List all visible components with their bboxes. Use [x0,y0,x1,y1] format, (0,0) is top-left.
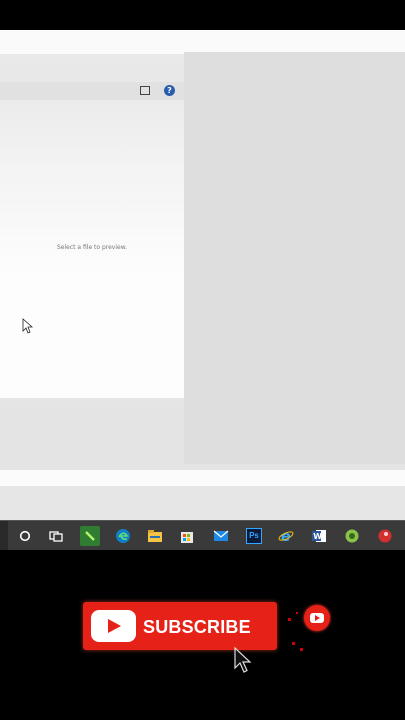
spark-decoration [292,642,295,645]
app-top-bar [0,30,405,54]
cortana-icon[interactable] [15,526,35,546]
subscribe-label: SUBSCRIBE [143,617,251,637]
green-circle-app-icon[interactable] [342,526,362,546]
photoshop-icon[interactable]: Ps [244,526,264,546]
taskbar-edge [0,521,8,550]
preview-toolbar: ? [0,82,184,100]
mail-icon[interactable] [211,526,231,546]
bottom-area [0,486,405,520]
window-icon[interactable] [140,86,150,95]
preview-pane: ? Select a file to preview. [0,76,184,398]
mouse-cursor-icon [234,646,252,673]
right-empty-pane [184,52,405,464]
spark-decoration [288,618,291,621]
word-icon[interactable]: W [309,526,329,546]
spark-decoration [296,612,298,614]
spark-decoration [300,648,303,651]
green-app-icon[interactable] [80,526,100,546]
help-icon[interactable]: ? [164,85,175,96]
youtube-notification-icon[interactable] [304,605,330,631]
file-explorer-icon[interactable] [145,526,165,546]
desktop-screen: ? Select a file to preview. Ps e W [0,30,405,550]
svg-text:W: W [313,532,322,541]
subscribe-button[interactable]: SUBSCRIBE [83,602,277,650]
taskbar: Ps e W [0,520,405,550]
youtube-play-icon [91,610,136,642]
youtube-mini-play-icon [310,613,324,623]
photoshop-label: Ps [246,528,262,544]
edge-icon[interactable] [113,526,133,546]
red-app-icon[interactable] [375,526,395,546]
preview-message: Select a file to preview. [57,244,127,251]
internet-explorer-icon[interactable]: e [276,526,296,546]
mouse-cursor-icon [22,318,34,334]
store-icon[interactable] [177,526,197,546]
task-view-icon[interactable] [46,526,66,546]
status-strip [0,470,405,486]
